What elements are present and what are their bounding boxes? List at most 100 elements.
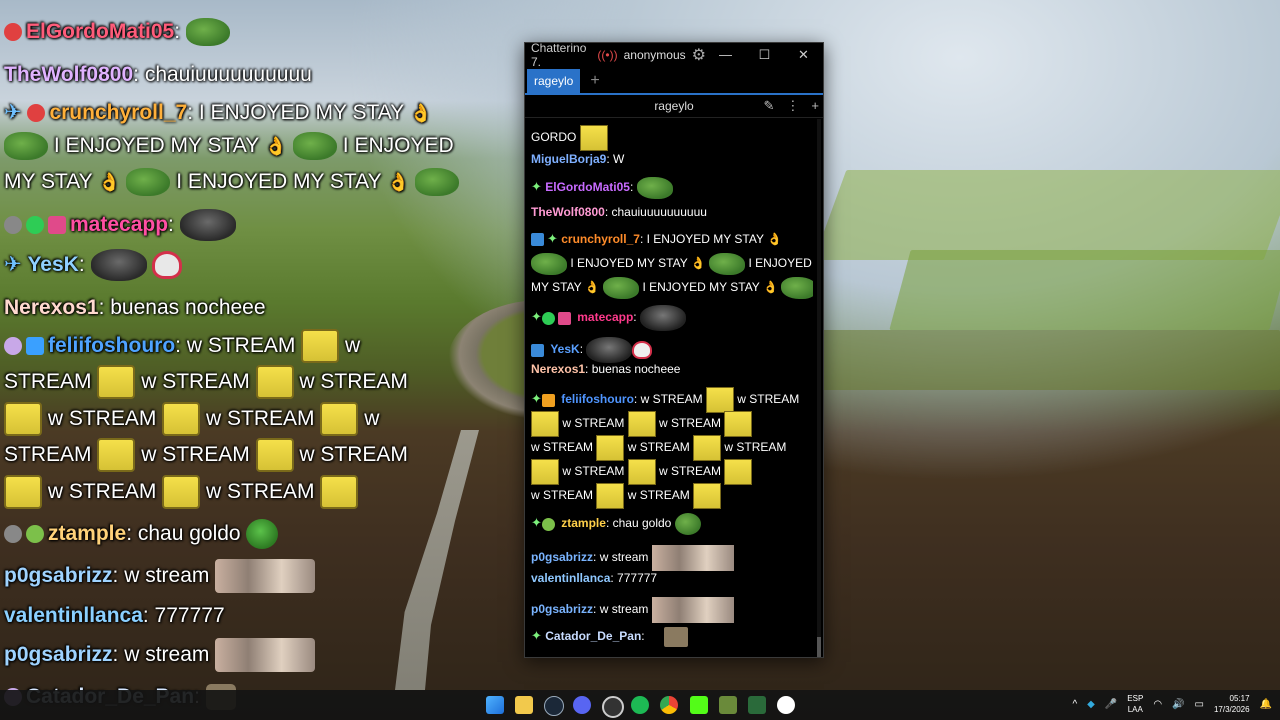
tab-rageylo[interactable]: rageylo (527, 69, 581, 93)
photo-emote-icon (651, 545, 734, 571)
chevron-up-icon[interactable]: ^ (1072, 699, 1077, 710)
spongebob-emote-icon (531, 411, 559, 437)
chat-username[interactable]: p0gsabrizz (531, 550, 593, 564)
message-text: GORDO (531, 130, 577, 145)
chat-username[interactable]: valentinllanca (531, 571, 610, 585)
pepe-emote-icon (709, 253, 746, 275)
file-explorer-icon[interactable] (515, 696, 533, 714)
maximize-button[interactable]: ☐ (745, 47, 784, 63)
start-button-icon[interactable] (486, 696, 504, 714)
overlay-username: feliifoshouro (48, 334, 176, 357)
spongebob-emote-icon (724, 459, 753, 485)
split-header[interactable]: rageylo ✎ ⋮ + (525, 95, 823, 118)
lang-code: ESP (1127, 694, 1144, 703)
overlay-message: : w stream (112, 643, 210, 666)
message-text: w stream (599, 550, 649, 565)
pepe-emote-icon (292, 132, 337, 161)
gear-icon[interactable]: ⚙ (692, 45, 706, 65)
pepe-emote-icon (781, 277, 813, 299)
overlay-message: w STREAM (299, 443, 408, 466)
volume-icon[interactable]: 🔊 (1172, 699, 1184, 710)
obs-icon[interactable] (602, 696, 624, 718)
badge-icon: ✈ (4, 253, 22, 276)
overlay-username: ztample (48, 522, 127, 545)
overlay-username: TheWolf0800 (4, 63, 134, 86)
chat-username[interactable]: Nerexos1 (531, 362, 585, 376)
chat-username[interactable]: feliifoshouro (561, 392, 634, 406)
add-tab-button[interactable]: + (590, 72, 599, 93)
spongebob-emote-icon (255, 365, 294, 400)
emote-icon (663, 627, 688, 647)
notifications-icon[interactable]: 🔔 (1260, 699, 1272, 710)
add-split-icon[interactable]: + (811, 98, 819, 114)
overlay-message: w (364, 407, 380, 430)
chatterino-icon[interactable] (777, 696, 795, 714)
scrollbar[interactable] (817, 119, 821, 657)
game-icon[interactable] (719, 696, 737, 714)
badge-icon (48, 216, 66, 235)
lang-layout: LAA (1127, 705, 1143, 714)
chat-username[interactable]: matecapp (577, 310, 633, 324)
badge-icon: ✦ (547, 231, 558, 246)
overlay-username: Nerexos1 (4, 296, 99, 319)
steam-icon[interactable] (544, 696, 564, 716)
spotify-icon[interactable] (631, 696, 649, 714)
overlay-message: w STREAM (206, 407, 315, 430)
message-text: chau goldo (612, 516, 672, 531)
chat-username[interactable]: ztample (561, 516, 606, 530)
chatterino-window[interactable]: Chatterino 7. ((•)) anonymous ⚙ — ☐ ✕ ra… (524, 41, 824, 658)
chat-username[interactable]: TheWolf0800 (531, 205, 605, 219)
message-text: MY STAY (531, 280, 582, 295)
discord-icon[interactable] (573, 696, 591, 714)
badge-icon: ✦ (531, 628, 542, 644)
pepe-emote-icon (603, 277, 640, 299)
security-icon[interactable]: ◆ (1087, 699, 1095, 710)
chat-username[interactable]: crunchyroll_7 (561, 232, 640, 246)
minimize-button[interactable]: — (706, 47, 745, 63)
kick-icon[interactable] (690, 696, 708, 714)
chat-username[interactable]: YesK (550, 342, 579, 356)
account-button[interactable]: anonymous (624, 48, 686, 62)
badge-icon (26, 337, 44, 356)
microphone-icon[interactable]: 🎤 (1105, 699, 1117, 710)
pepe-emote-icon (126, 168, 171, 197)
spongebob-emote-icon (320, 402, 359, 437)
spongebob-emote-icon (596, 435, 625, 461)
overlay-message: : (78, 253, 85, 276)
spongebob-emote-icon (579, 125, 608, 151)
pepe-emote-icon (415, 168, 460, 197)
chat-username[interactable]: Catador_De_Pan (545, 629, 641, 643)
wifi-icon[interactable]: ◠ (1153, 699, 1162, 710)
chat-username[interactable]: ElGordoMati05 (545, 180, 630, 194)
close-button[interactable]: ✕ (784, 47, 823, 63)
overlay-message: w STREAM (141, 443, 250, 466)
more-options-icon[interactable]: ⋮ (786, 98, 799, 114)
clock[interactable]: 05:17 17/3/2026 (1214, 693, 1250, 715)
overlay-username: p0gsabrizz (4, 564, 113, 587)
message-text: I ENJOYED MY STAY (642, 280, 760, 295)
battery-icon[interactable]: ▭ (1195, 699, 1204, 710)
message-text: w STREAM (724, 440, 787, 455)
scrollbar-thumb[interactable] (817, 637, 821, 657)
chat-username[interactable]: MiguelBorja9 (531, 152, 606, 166)
chat-username[interactable]: p0gsabrizz (531, 602, 593, 616)
language-indicator[interactable]: ESP LAA (1127, 693, 1143, 715)
overlay-message: : (174, 20, 181, 43)
system-tray: ^ ◆ 🎤 ESP LAA ◠ 🔊 ▭ 05:17 17/3/2026 🔔 (1072, 693, 1272, 715)
overlay-message: : w STREAM (175, 334, 296, 357)
badge-icon (531, 233, 544, 247)
edit-icon[interactable]: ✎ (764, 98, 775, 114)
spongebob-emote-icon (596, 483, 625, 509)
chrome-icon[interactable] (660, 696, 678, 714)
badge-icon: ✦ (531, 179, 542, 195)
badge-icon: ✈ (4, 101, 22, 124)
overlay-username: crunchyroll_7 (49, 101, 188, 124)
spongebob-emote-icon (531, 459, 559, 485)
spongebob-emote-icon (4, 402, 42, 437)
title-bar[interactable]: Chatterino 7. ((•)) anonymous ⚙ — ☐ ✕ (525, 41, 823, 69)
minecraft-icon[interactable] (748, 696, 766, 714)
message-text: w STREAM (737, 392, 800, 407)
chat-log[interactable]: GORDO MiguelBorja9: W ✦ ElGordoMati05: T… (531, 119, 813, 657)
message-text: buenas nocheee (591, 362, 681, 376)
spongebob-emote-icon (693, 483, 722, 509)
